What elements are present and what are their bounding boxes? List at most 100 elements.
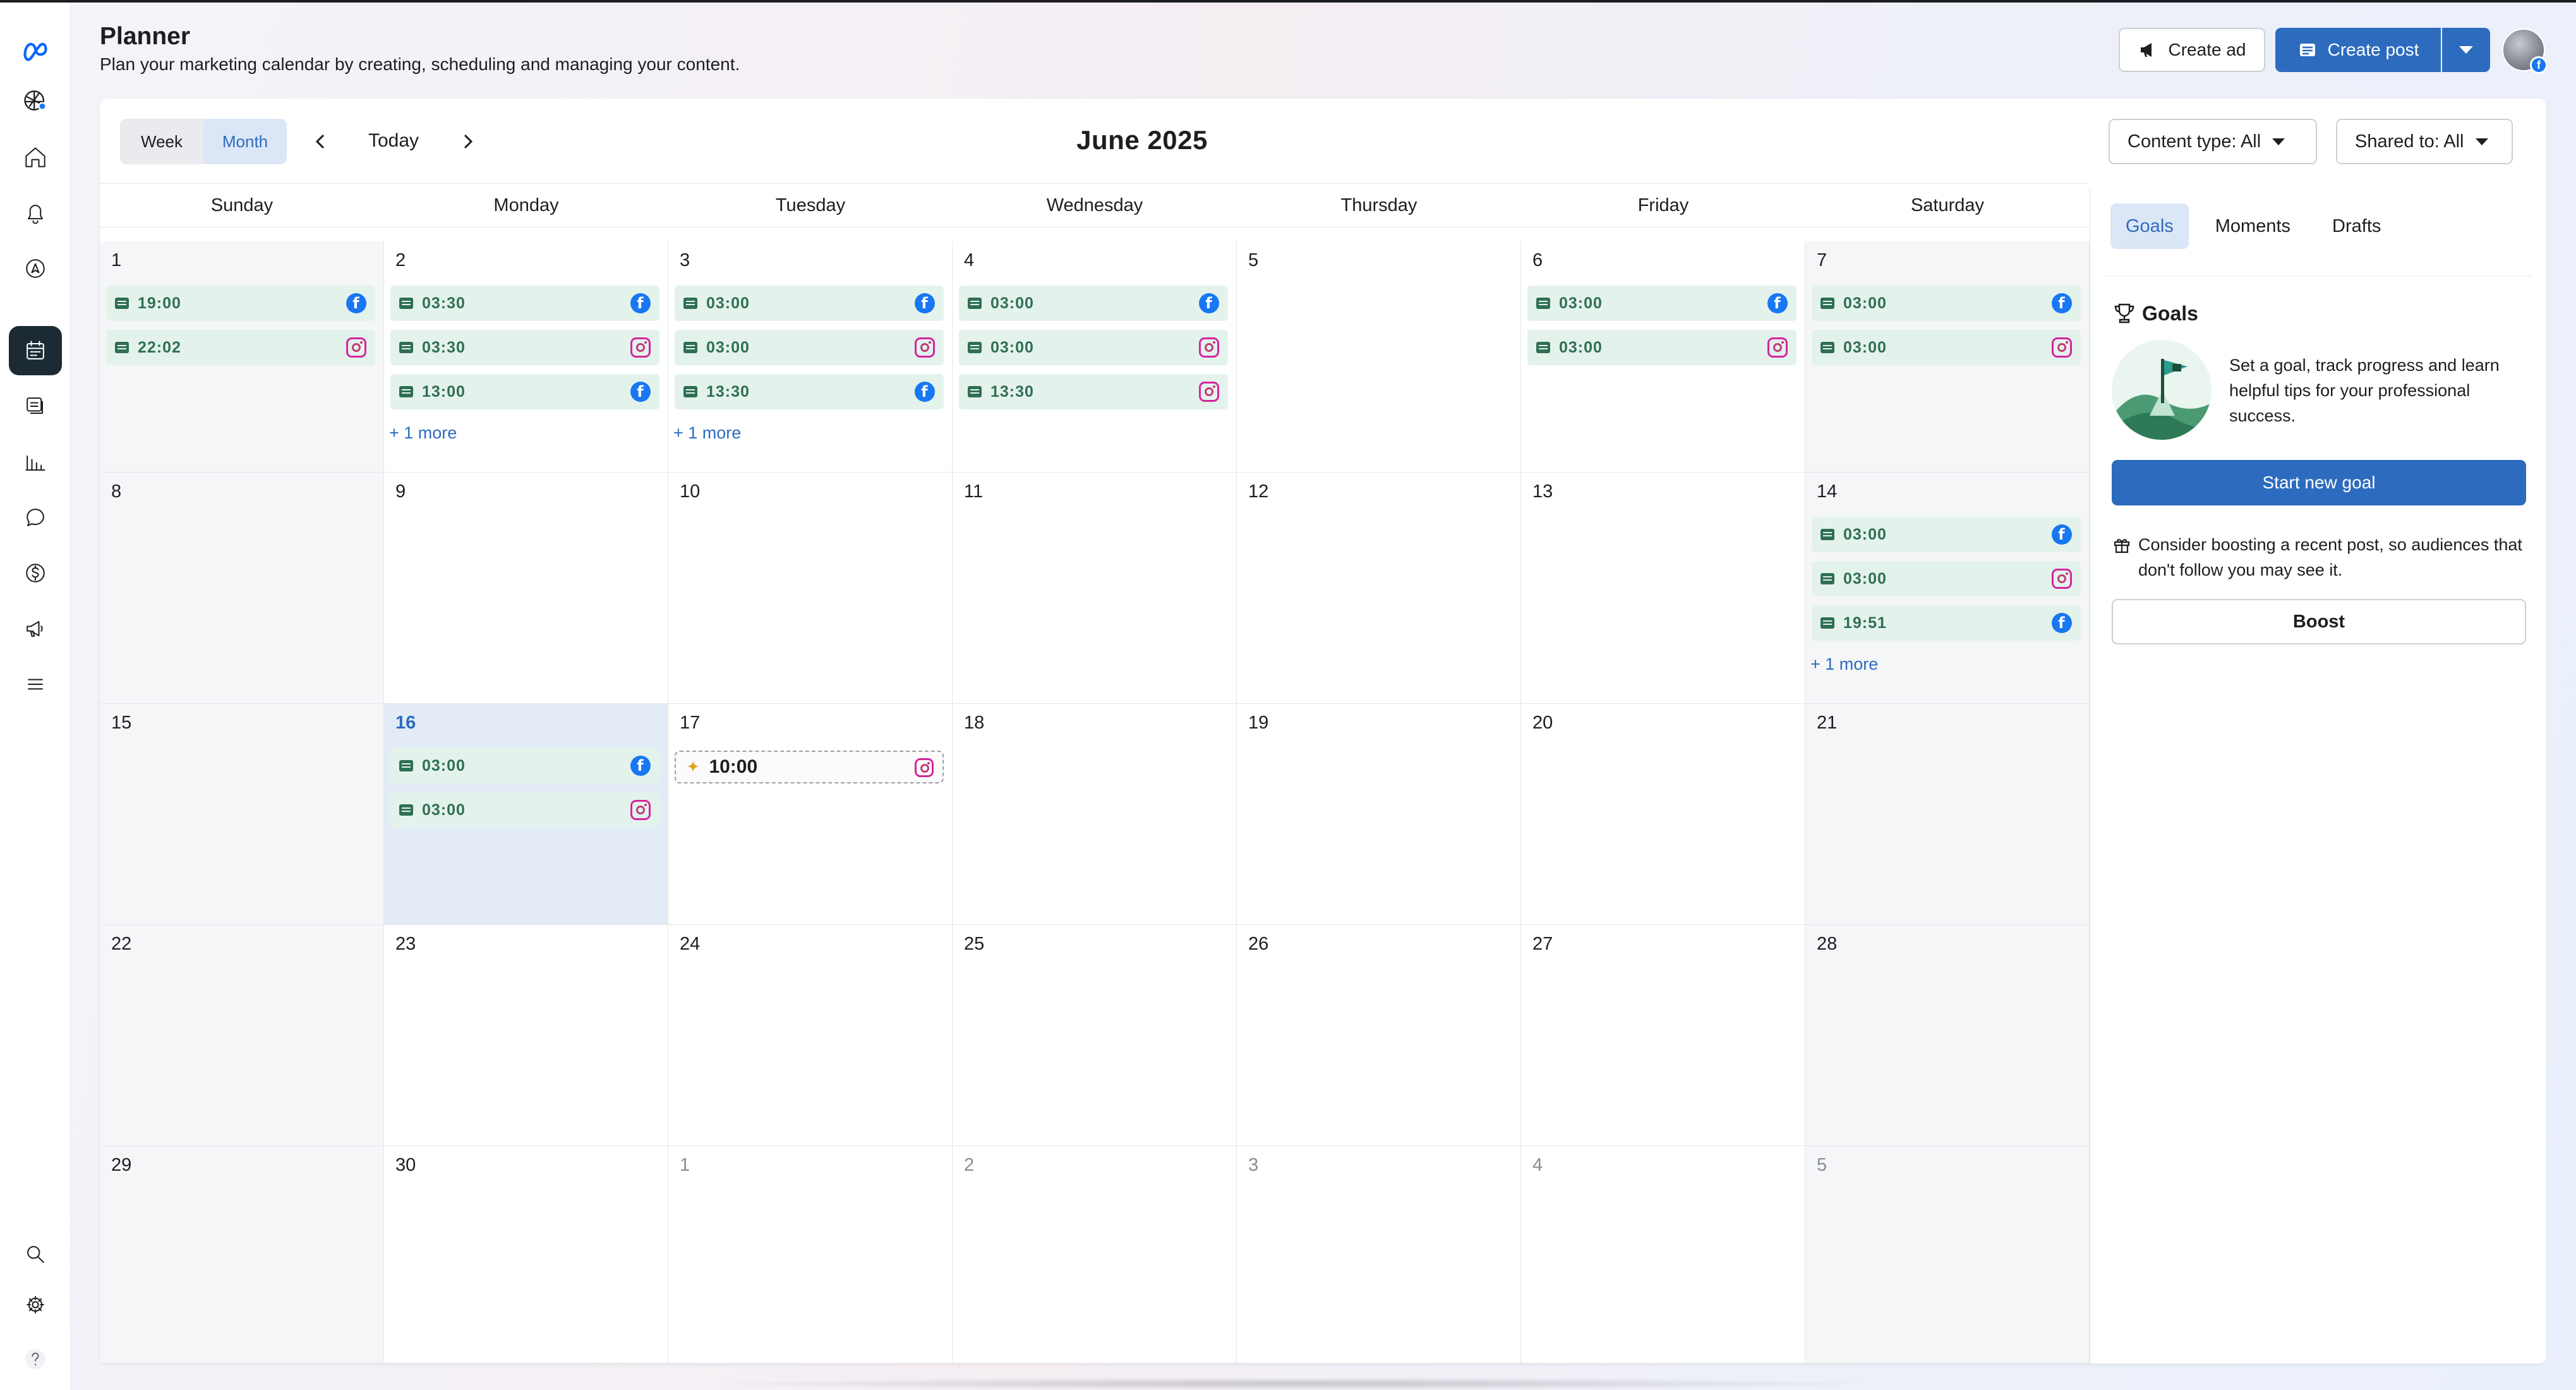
calendar-icon[interactable] [9, 326, 62, 375]
content-type-filter[interactable]: Content type: All [2109, 119, 2317, 164]
day-cell[interactable]: 7 03:00 f 03:00 [1805, 241, 2090, 473]
day-cell[interactable]: 5 [1237, 241, 1521, 473]
day-cell[interactable]: 22 [100, 925, 384, 1146]
post-time: 03:30 [422, 338, 466, 356]
scheduled-post[interactable]: 19:51 f [1812, 605, 2081, 641]
post-time: 03:00 [422, 801, 466, 819]
day-cell[interactable]: 2 03:30 f 03:30 13:00 f + 1 more [384, 241, 668, 473]
day-cell[interactable]: 1 19:00 f 22:02 [100, 241, 384, 473]
day-cell[interactable]: 11 [953, 473, 1237, 704]
more-posts-link[interactable]: + 1 more [389, 423, 457, 443]
day-cell[interactable]: 6 03:00 f 03:00 [1521, 241, 1805, 473]
tab-drafts[interactable]: Drafts [2317, 203, 2396, 249]
scheduled-post[interactable]: 13:30 f [675, 374, 944, 409]
day-cell[interactable]: 14 03:00 f 03:00 19:51 f + 1 more [1805, 473, 2090, 704]
more-posts-link[interactable]: + 1 more [673, 423, 741, 443]
day-cell[interactable]: 24 [668, 925, 953, 1146]
day-cell[interactable]: 16 03:00 f 03:00 [384, 704, 668, 925]
day-cell[interactable]: 19 [1237, 704, 1521, 925]
more-posts-link[interactable]: + 1 more [1810, 655, 1878, 674]
scheduled-post[interactable]: 03:00 [1812, 330, 2081, 365]
scheduled-post[interactable]: 03:00 f [390, 748, 659, 783]
scheduled-post[interactable]: 03:00 [959, 330, 1228, 365]
inbox-icon[interactable] [9, 493, 62, 542]
day-cell[interactable]: 4 [1521, 1146, 1805, 1363]
post-icon [2299, 44, 2315, 56]
scheduled-post[interactable]: 03:00 [390, 792, 659, 828]
day-cell[interactable]: 5 [1805, 1146, 2090, 1363]
home-icon[interactable] [9, 133, 62, 182]
day-cell[interactable]: 28 [1805, 925, 2090, 1146]
facebook-icon: f [346, 293, 366, 313]
day-cell[interactable]: 2 [953, 1146, 1237, 1363]
meta-logo-icon[interactable] [9, 25, 62, 75]
gift-icon [2114, 539, 2130, 553]
scheduled-post[interactable]: 19:00 f [106, 286, 375, 321]
shared-to-filter[interactable]: Shared to: All [2336, 119, 2513, 164]
compass-icon[interactable] [9, 244, 62, 293]
day-cell[interactable]: 17 ✦ 10:00 [668, 704, 953, 925]
day-cell[interactable]: 23 [384, 925, 668, 1146]
ads-icon[interactable] [9, 604, 62, 653]
day-cell[interactable]: 20 [1521, 704, 1805, 925]
day-cell[interactable]: 15 [100, 704, 384, 925]
facebook-icon: f [1199, 293, 1219, 313]
day-number: 5 [1248, 250, 1259, 270]
day-cell[interactable]: 9 [384, 473, 668, 704]
scheduled-post[interactable]: 03:00 f [1527, 286, 1797, 321]
weekday-tuesday: Tuesday [775, 195, 846, 215]
day-cell[interactable]: 3 [1237, 1146, 1521, 1363]
day-cell[interactable]: 26 [1237, 925, 1521, 1146]
menu-icon[interactable] [9, 660, 62, 709]
content-icon[interactable] [9, 382, 62, 431]
start-new-goal-button[interactable]: Start new goal [2112, 460, 2526, 505]
day-cell[interactable]: 4 03:00 f 03:00 13:30 [953, 241, 1237, 473]
tab-goals[interactable]: Goals [2110, 203, 2189, 249]
monetization-icon[interactable] [9, 548, 62, 598]
facebook-icon: f [2052, 293, 2072, 313]
scheduled-post[interactable]: 03:30 [390, 330, 659, 365]
day-cell[interactable]: 12 [1237, 473, 1521, 704]
scheduled-post[interactable]: 03:00 f [959, 286, 1228, 321]
scheduled-post[interactable]: 22:02 [106, 330, 375, 365]
day-cell[interactable]: 18 [953, 704, 1237, 925]
search-icon[interactable] [9, 1230, 62, 1279]
draft-post[interactable]: ✦ 10:00 [675, 751, 944, 783]
scheduled-post[interactable]: 03:00 f [675, 286, 944, 321]
instagram-icon [1767, 337, 1788, 358]
scheduled-post[interactable]: 03:00 f [1812, 517, 2081, 552]
create-ad-label: Create ad [2168, 40, 2246, 59]
post-icon [115, 298, 129, 309]
boost-button[interactable]: Boost [2112, 599, 2526, 644]
instagram-icon [346, 337, 366, 358]
help-icon[interactable] [9, 1334, 62, 1384]
day-cell[interactable]: 1 [668, 1146, 953, 1363]
insights-icon[interactable] [9, 437, 62, 486]
scheduled-post[interactable]: 03:00 [1812, 561, 2081, 596]
profile-avatar[interactable]: f [2502, 28, 2548, 74]
create-ad-button[interactable]: Create ad [2119, 28, 2265, 72]
day-cell[interactable]: 8 [100, 473, 384, 704]
instagram-icon [915, 758, 934, 777]
scheduled-post[interactable]: 03:30 f [390, 286, 659, 321]
gear-icon[interactable] [9, 1280, 62, 1329]
scheduled-post[interactable]: 13:30 [959, 374, 1228, 409]
scheduled-post[interactable]: 03:00 f [1812, 286, 2081, 321]
post-icon [683, 386, 697, 397]
day-cell[interactable]: 10 [668, 473, 953, 704]
day-cell[interactable]: 25 [953, 925, 1237, 1146]
create-post-button[interactable]: Create post [2275, 28, 2441, 72]
scheduled-post[interactable]: 03:00 [675, 330, 944, 365]
day-cell[interactable]: 30 [384, 1146, 668, 1363]
day-cell[interactable]: 27 [1521, 925, 1805, 1146]
scheduled-post[interactable]: 03:00 [1527, 330, 1797, 365]
bell-icon[interactable] [9, 188, 62, 238]
tab-moments[interactable]: Moments [2200, 203, 2306, 249]
day-cell[interactable]: 21 [1805, 704, 2090, 925]
day-cell[interactable]: 29 [100, 1146, 384, 1363]
account-avatar-icon[interactable] [9, 76, 62, 125]
day-cell[interactable]: 3 03:00 f 03:00 13:30 f + 1 more [668, 241, 953, 473]
create-post-dropdown-button[interactable] [2442, 28, 2490, 72]
scheduled-post[interactable]: 13:00 f [390, 374, 659, 409]
day-cell[interactable]: 13 [1521, 473, 1805, 704]
